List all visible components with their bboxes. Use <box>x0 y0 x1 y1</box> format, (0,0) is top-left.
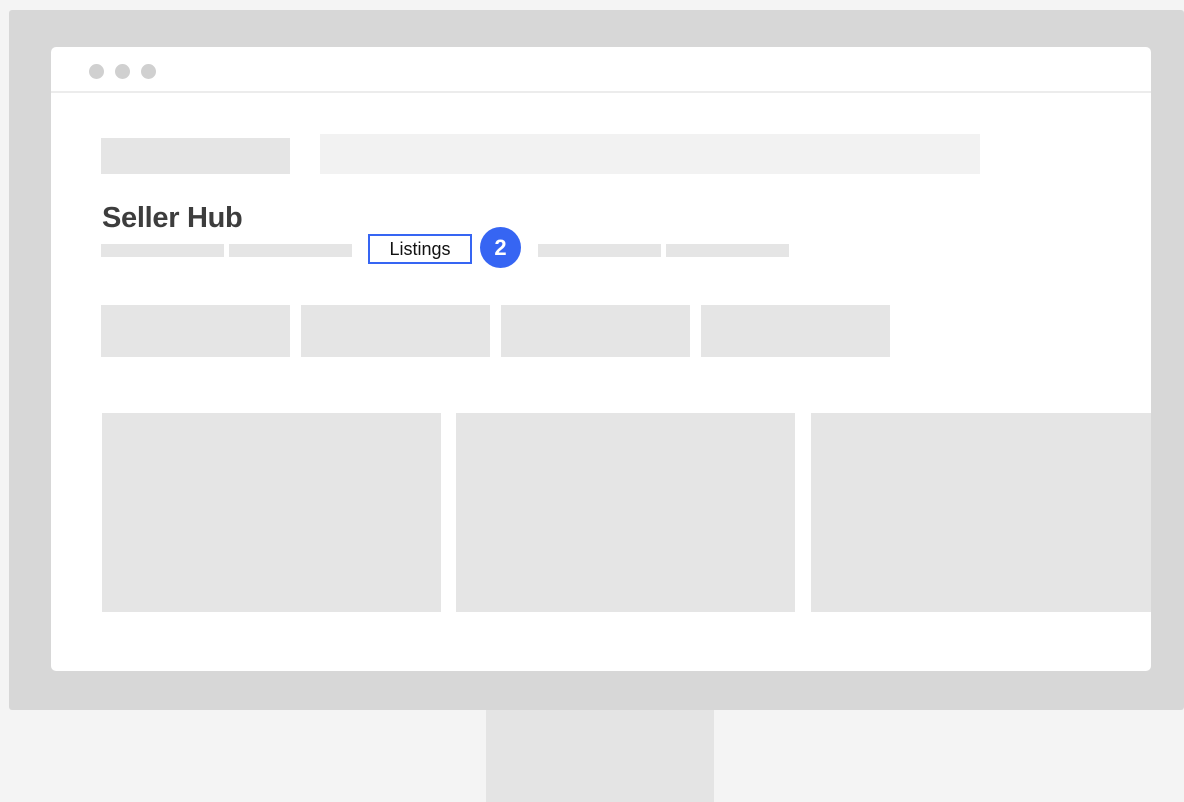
browser-window: Seller Hub Listings 2 <box>51 47 1151 671</box>
nav-item-placeholder-2[interactable] <box>229 244 352 257</box>
tile-placeholder-4[interactable] <box>701 305 890 357</box>
nav-item-placeholder-1[interactable] <box>101 244 224 257</box>
page-title: Seller Hub <box>102 202 243 234</box>
window-titlebar <box>51 47 1151 93</box>
window-control-dot-1[interactable] <box>89 64 104 79</box>
step-badge: 2 <box>480 227 521 268</box>
card-placeholder-3[interactable] <box>811 413 1151 612</box>
window-control-dot-3[interactable] <box>141 64 156 79</box>
card-placeholder-1[interactable] <box>102 413 441 612</box>
tile-placeholder-1[interactable] <box>101 305 290 357</box>
logo-placeholder[interactable] <box>101 138 290 174</box>
tile-placeholder-2[interactable] <box>301 305 490 357</box>
window-control-dot-2[interactable] <box>115 64 130 79</box>
nav-item-placeholder-4[interactable] <box>666 244 789 257</box>
tab-listings[interactable]: Listings <box>368 234 472 264</box>
nav-item-placeholder-3[interactable] <box>538 244 661 257</box>
card-placeholder-2[interactable] <box>456 413 795 612</box>
monitor-stand <box>486 710 714 802</box>
search-bar-placeholder[interactable] <box>320 134 980 174</box>
tile-placeholder-3[interactable] <box>501 305 690 357</box>
monitor-frame: Seller Hub Listings 2 <box>9 10 1184 710</box>
